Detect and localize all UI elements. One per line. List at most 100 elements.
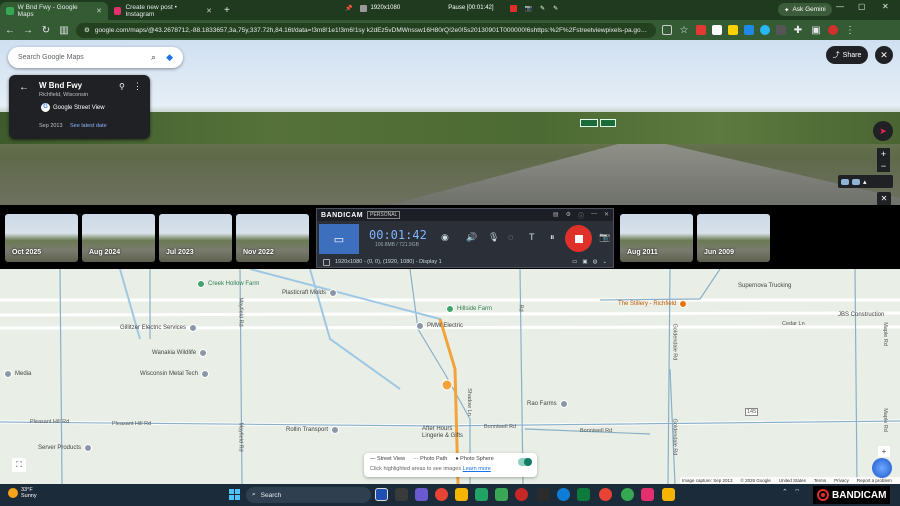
ask-gemini-button[interactable]: ✦ Ask Gemini: [778, 3, 832, 16]
star-icon[interactable]: ☆: [678, 25, 690, 36]
split-view-icon[interactable]: ▣: [810, 25, 822, 36]
timeline-thumbnail[interactable]: Oct 2025: [5, 214, 78, 262]
chevron-up-icon[interactable]: ⌃: [782, 488, 788, 497]
globe-icon[interactable]: [872, 458, 892, 478]
cursor-effect-icon[interactable]: ◌: [508, 232, 513, 242]
search-input[interactable]: Search Google Maps: [18, 54, 84, 61]
back-arrow-icon[interactable]: ←: [19, 82, 29, 93]
map-poi[interactable]: PMW Electric: [416, 322, 463, 330]
sidebar-icon[interactable]: ▥: [58, 25, 70, 36]
location-pin-icon[interactable]: ⚲: [119, 82, 125, 91]
info-icon[interactable]: ⓘ: [578, 211, 584, 220]
chevron-down-icon[interactable]: ⌄: [602, 259, 607, 265]
task-view-icon[interactable]: [395, 488, 408, 501]
timeline-thumbnail[interactable]: Aug 2024: [82, 214, 155, 262]
extension-icon[interactable]: [760, 25, 770, 35]
see-latest-date-link[interactable]: See latest date: [70, 123, 107, 129]
map-poi[interactable]: Gillitzer Electric Services: [120, 324, 198, 332]
map-poi[interactable]: Hillside Farm: [446, 305, 492, 313]
screenshot-icon[interactable]: 📷: [599, 232, 610, 243]
screenshot-icon[interactable]: [662, 25, 672, 35]
excel-icon[interactable]: [475, 488, 488, 501]
street-view-toggle[interactable]: [518, 458, 532, 466]
extension-icon[interactable]: [696, 25, 706, 35]
expand-icon[interactable]: ▴: [863, 178, 867, 186]
puzzle-icon[interactable]: ✚: [792, 25, 804, 36]
learn-more-link[interactable]: Learn more: [463, 466, 491, 472]
screen-mode-button[interactable]: ▭: [319, 224, 359, 254]
site-info-icon[interactable]: ⚙: [84, 26, 90, 34]
app-icon[interactable]: [662, 488, 675, 501]
terms-link[interactable]: Terms: [814, 478, 826, 483]
map-poi[interactable]: Supernova Trucking: [738, 283, 791, 289]
search-icon[interactable]: ⌕: [151, 52, 156, 63]
map-poi[interactable]: Wanakia Wildlife: [152, 349, 208, 357]
stop-record-button[interactable]: [565, 225, 592, 252]
timeline-thumbnail[interactable]: Nov 2022: [236, 214, 309, 262]
zoom-out-button[interactable]: −: [877, 160, 890, 172]
search-box[interactable]: Search Google Maps ⌕ ◆: [8, 47, 183, 68]
file-explorer-icon[interactable]: [455, 488, 468, 501]
close-street-view-button[interactable]: ✕: [875, 46, 893, 64]
microphone-icon[interactable]: 🎙: [488, 232, 499, 243]
close-icon[interactable]: ✕: [604, 211, 609, 220]
app-icon[interactable]: [537, 488, 550, 501]
chrome-icon[interactable]: [599, 488, 612, 501]
close-window-button[interactable]: ✕: [882, 2, 889, 11]
edge-icon[interactable]: [557, 488, 570, 501]
map-poi[interactable]: Creek Hollow Farm: [197, 280, 259, 288]
audio-icon[interactable]: ◍: [593, 259, 598, 265]
pencil-icon[interactable]: ✎: [540, 5, 545, 12]
map-poi[interactable]: After Hours Lingerie & Gifts: [422, 426, 472, 439]
reload-button[interactable]: ↻: [40, 25, 52, 36]
overlay-icon[interactable]: ▣: [582, 259, 587, 265]
timeline-thumbnail[interactable]: Jun 2009: [697, 214, 770, 262]
back-button[interactable]: ←: [4, 25, 16, 36]
speaker-icon[interactable]: 🔊: [466, 232, 477, 243]
thumbnail-controls[interactable]: ▴: [838, 175, 893, 188]
report-problem-link[interactable]: Report a problem: [857, 478, 892, 483]
pause-status[interactable]: Pause [00:01:42]: [448, 5, 493, 11]
fullscreen-button[interactable]: ⛶: [12, 458, 26, 472]
app-icon[interactable]: [375, 488, 388, 501]
folder-icon[interactable]: ▤: [553, 211, 559, 220]
map-poi[interactable]: Rao Farms: [527, 400, 568, 408]
close-timeline-button[interactable]: ✕: [877, 192, 891, 206]
tab-instagram[interactable]: Create new post • Instagram ✕: [108, 2, 218, 20]
stop-icon[interactable]: [509, 4, 517, 12]
compass-icon[interactable]: ➤: [873, 121, 893, 141]
maximize-button[interactable]: ▢: [858, 2, 866, 11]
address-bar[interactable]: ⚙ google.com/maps/@43.2678712,-88.183365…: [76, 22, 656, 38]
weather-widget[interactable]: 33°F Sunny: [8, 487, 37, 499]
extension-icon[interactable]: [728, 25, 738, 35]
map-canvas[interactable]: Creek Hollow Farm Plasticraft Molds Hill…: [0, 269, 900, 484]
wifi-icon[interactable]: ⌔: [794, 488, 801, 497]
map-poi[interactable]: JBS Construction: [838, 312, 884, 318]
camera-icon[interactable]: 📷: [525, 5, 532, 12]
checkbox[interactable]: [323, 258, 330, 266]
thumbnail-icon[interactable]: [852, 178, 860, 185]
menu-icon[interactable]: ⋮: [844, 25, 856, 36]
draw-icon[interactable]: ✎: [553, 5, 558, 12]
privacy-link[interactable]: Privacy: [834, 478, 849, 483]
copilot-icon[interactable]: [415, 488, 428, 501]
video-icon[interactable]: ▭: [572, 259, 577, 265]
app-icon[interactable]: [577, 488, 590, 501]
chrome-icon[interactable]: [621, 488, 634, 501]
minimize-button[interactable]: —: [591, 211, 597, 220]
chrome-icon[interactable]: [435, 488, 448, 501]
settings-icon[interactable]: ⚙: [566, 211, 571, 220]
instagram-icon[interactable]: [641, 488, 654, 501]
minimize-button[interactable]: —: [836, 2, 844, 11]
taskbar-search[interactable]: ⌕ Search: [246, 487, 371, 503]
more-options-icon[interactable]: ⋮: [133, 81, 142, 92]
timeline-thumbnail[interactable]: Jul 2023: [159, 214, 232, 262]
tab-google-maps[interactable]: W Bnd Fwy - Google Maps ✕: [0, 2, 108, 20]
map-poi[interactable]: Wisconsin Metal Tech: [140, 370, 209, 378]
map-poi[interactable]: Server Products: [38, 444, 93, 452]
windows-start-icon[interactable]: [229, 489, 240, 500]
bandicam-icon[interactable]: [515, 488, 528, 501]
map-poi[interactable]: The Stillery - Richfield: [618, 300, 688, 308]
pin-icon[interactable]: 📌: [345, 5, 352, 12]
map-zoom-in-button[interactable]: +: [878, 446, 890, 457]
